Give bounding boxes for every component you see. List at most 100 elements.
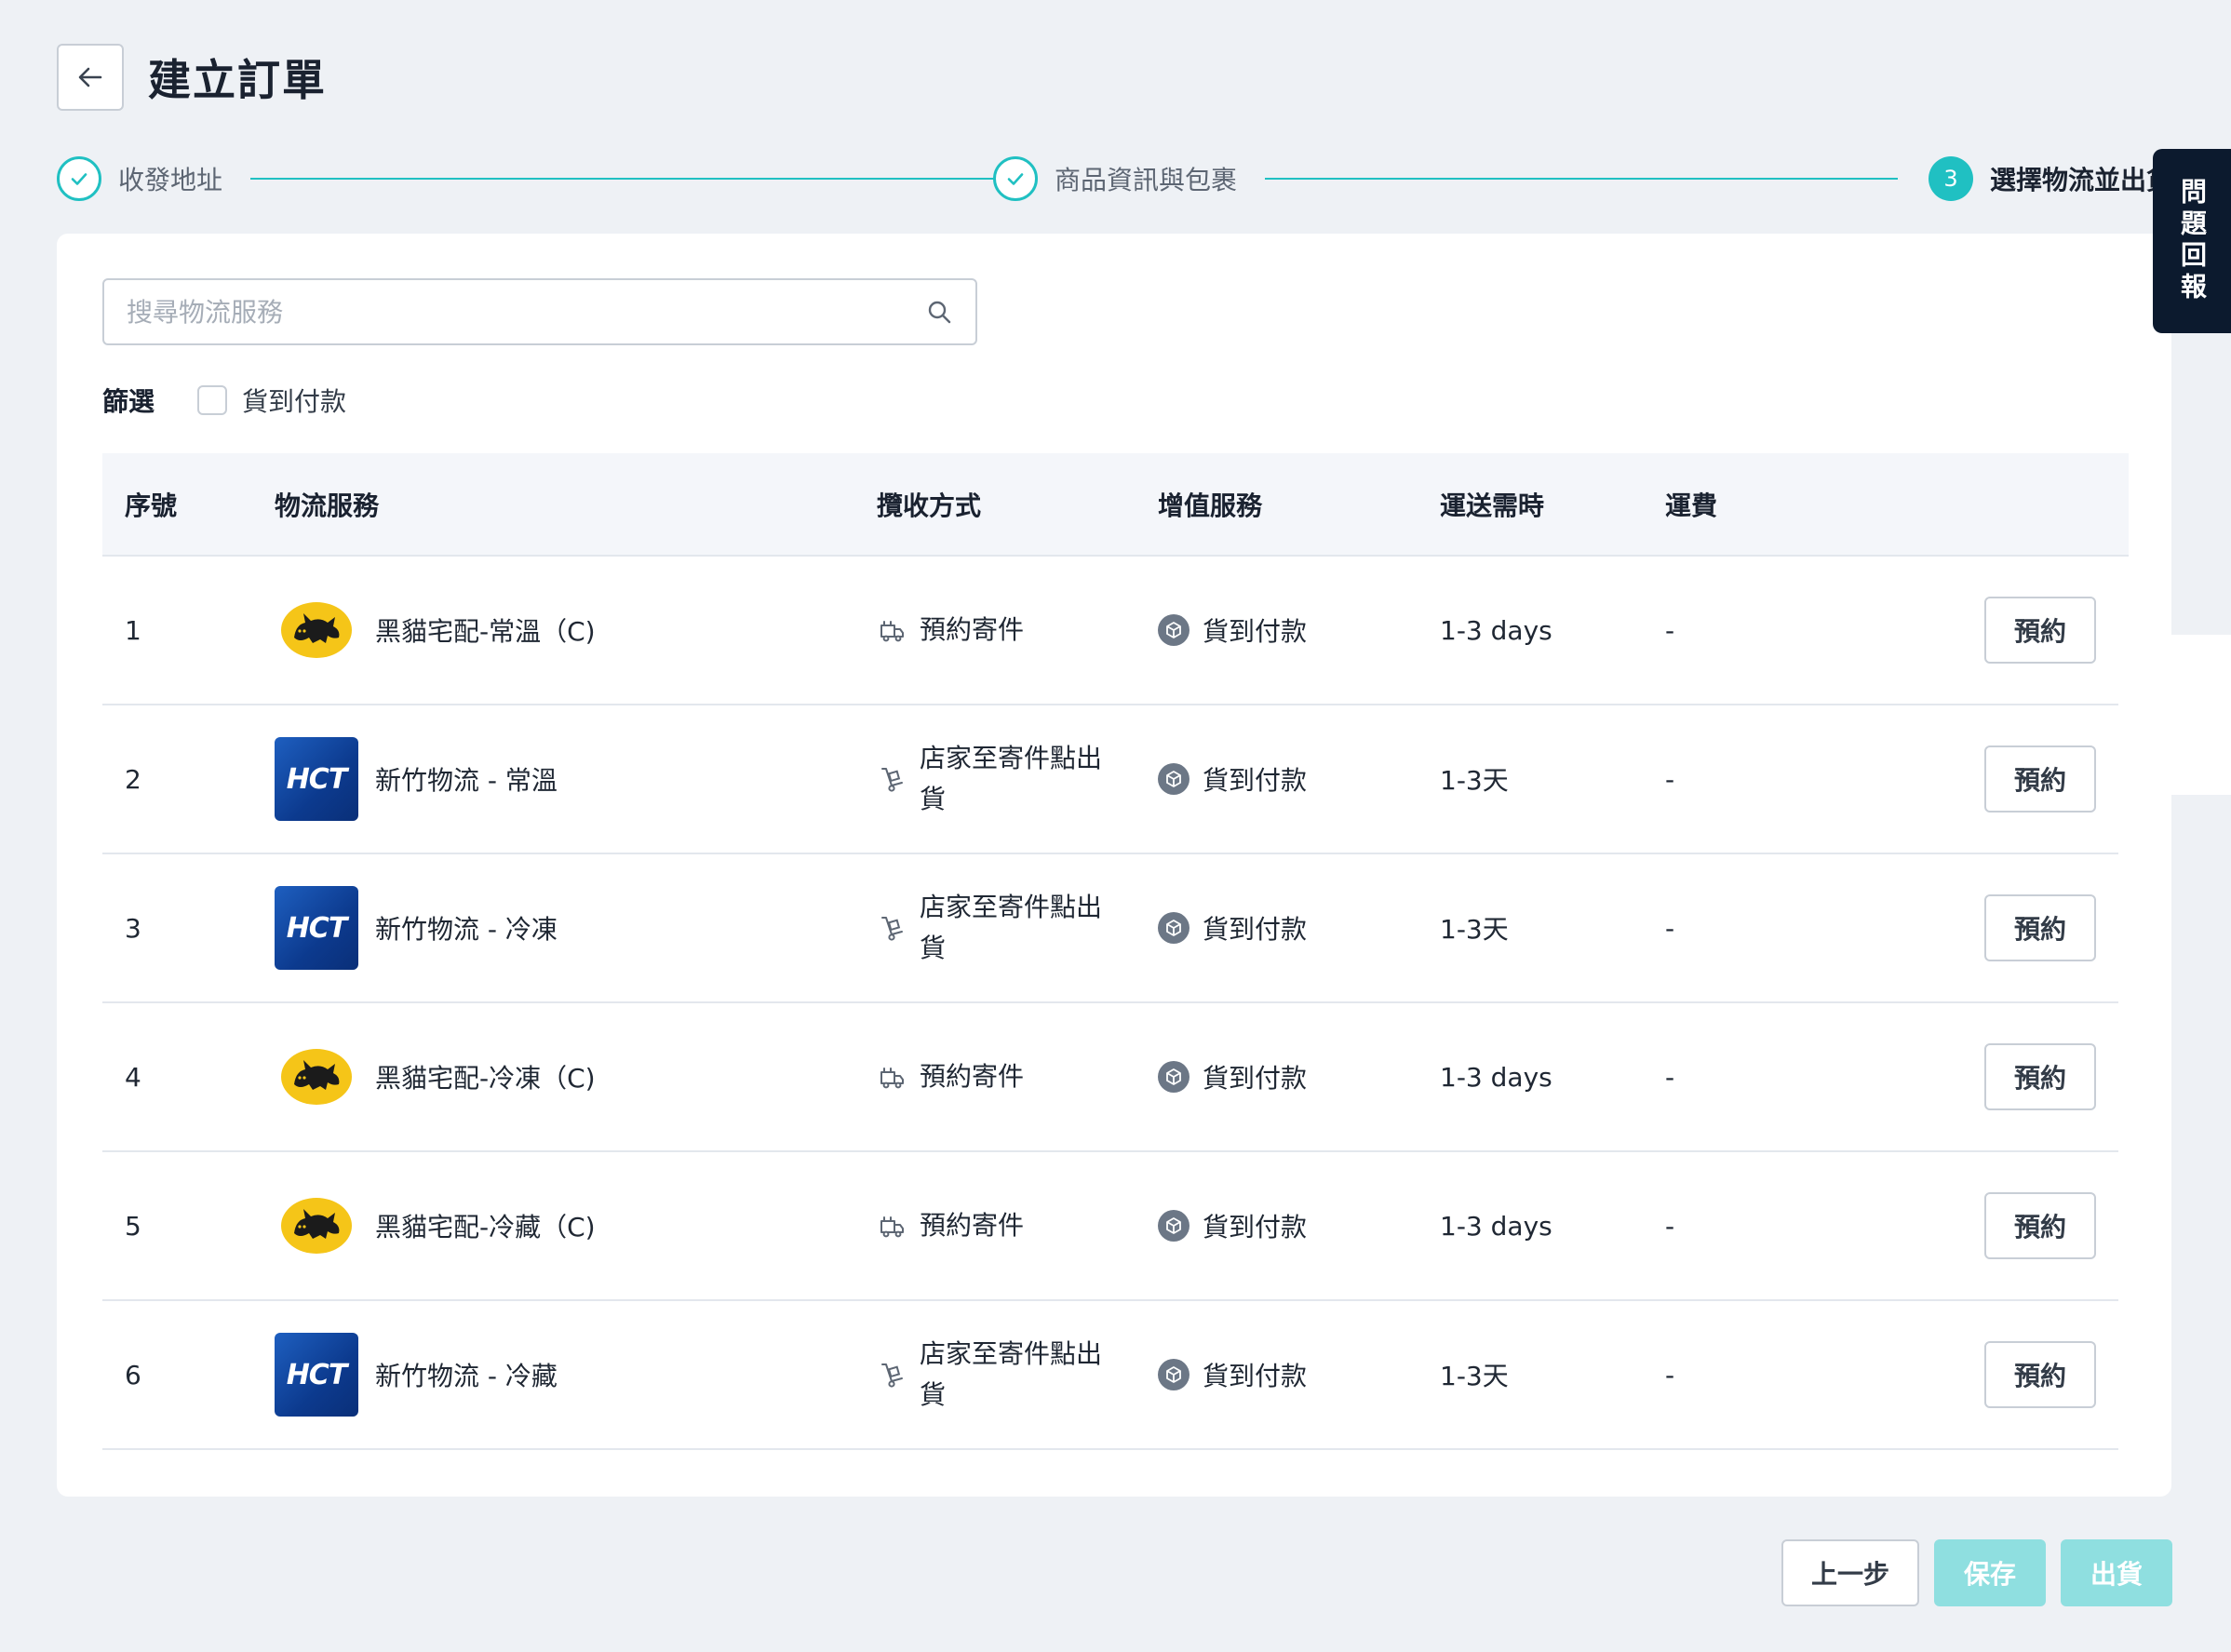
row-number: 5	[125, 1210, 141, 1242]
save-button[interactable]: 保存	[1934, 1539, 2046, 1606]
action-cell: 預約	[1851, 745, 2118, 813]
action-cell: 預約	[1851, 894, 2118, 961]
filter-row: 篩選 貨到付款	[102, 381, 346, 420]
service-name: 黑貓宅配-常溫（C)	[375, 616, 596, 647]
page-title: 建立訂單	[148, 55, 327, 105]
step-products: 商品資訊與包裹	[993, 153, 1237, 205]
header-time: 運送需時	[1440, 490, 1545, 521]
hct-logo: HCT	[275, 737, 358, 821]
row-number: 6	[125, 1359, 141, 1390]
pickup-method: 店家至寄件點出貨	[920, 743, 1103, 814]
cod-box-icon	[1158, 614, 1189, 646]
service-cell: 黑貓宅配-常溫（C)	[275, 588, 877, 672]
book-button[interactable]: 預約	[1984, 1192, 2096, 1259]
header-vas: 增值服務	[1158, 490, 1263, 521]
cod-box-icon	[1158, 1359, 1189, 1390]
step-connector	[250, 178, 1020, 180]
header-no: 序號	[125, 490, 178, 521]
filter-label: 篩選	[102, 386, 155, 417]
cod-box-icon	[1158, 763, 1189, 795]
vas-cell: 貨到付款	[1158, 1207, 1440, 1244]
step-label: 商品資訊與包裹	[1055, 165, 1238, 195]
table-row: 2 HCT 新竹物流 - 常溫 店家至寄件點出貨 貨到付款 1-3天 - 預約	[102, 705, 2118, 854]
table-body: 1 黑貓宅配-常溫（C) 預約寄件 貨到付款 1-3 days - 預約 2 H…	[102, 557, 2129, 1450]
shipping-fee: -	[1665, 1210, 1675, 1242]
pickup-method: 店家至寄件點出貨	[920, 892, 1103, 963]
service-cell: HCT 新竹物流 - 常溫	[275, 737, 877, 821]
yamato-cat-logo	[275, 1035, 358, 1119]
step-connector	[1265, 178, 1898, 180]
row-number: 3	[125, 912, 141, 944]
header-fee: 運費	[1665, 490, 1718, 521]
feedback-label: 問題回報	[2177, 178, 2208, 304]
hct-logo: HCT	[275, 1333, 358, 1417]
check-icon	[993, 156, 1038, 201]
vas-cell: 貨到付款	[1158, 1058, 1440, 1095]
pickup-method: 預約寄件	[920, 1061, 1025, 1092]
hand-truck-icon	[877, 913, 907, 943]
pickup-method: 店家至寄件點出貨	[920, 1338, 1103, 1410]
service-name: 新竹物流 - 冷藏	[375, 1361, 558, 1391]
book-button[interactable]: 預約	[1984, 745, 2096, 813]
table-header: 序號 物流服務 攬收方式 增值服務 運送需時 運費	[102, 453, 2129, 557]
action-cell: 預約	[1851, 597, 2118, 664]
table-row: 6 HCT 新竹物流 - 冷藏 店家至寄件點出貨 貨到付款 1-3天 - 預約	[102, 1301, 2118, 1450]
vas-label: 貨到付款	[1203, 1212, 1308, 1242]
step-logistics: 3 選擇物流並出貨	[1929, 153, 2172, 205]
pickup-cell: 預約寄件	[877, 1056, 1158, 1097]
service-name: 黑貓宅配-冷凍（C)	[375, 1063, 596, 1094]
delivery-time: 1-3 days	[1440, 614, 1552, 646]
yamato-cat-logo	[275, 588, 358, 672]
book-button[interactable]: 預約	[1984, 1341, 2096, 1408]
delivery-time: 1-3 days	[1440, 1210, 1552, 1242]
search-icon[interactable]	[925, 298, 953, 326]
table-row: 4 黑貓宅配-冷凍（C) 預約寄件 貨到付款 1-3 days - 預約	[102, 1003, 2118, 1152]
vas-cell: 貨到付款	[1158, 760, 1440, 798]
service-cell: HCT 新竹物流 - 冷藏	[275, 1333, 877, 1417]
stepper: 收發地址 商品資訊與包裹 3 選擇物流並出貨	[57, 153, 2197, 205]
vas-label: 貨到付款	[1203, 765, 1308, 796]
create-order-page: 建立訂單 收發地址 商品資訊與包裹 3 選擇物流並出貨 搜尋物流服務 篩選 貨到…	[0, 0, 2231, 1652]
shipping-fee: -	[1665, 912, 1675, 944]
service-name: 黑貓宅配-冷藏（C)	[375, 1212, 596, 1242]
cod-filter-label[interactable]: 貨到付款	[242, 382, 346, 419]
pickup-cell: 店家至寄件點出貨	[877, 738, 1158, 820]
step-address: 收發地址	[57, 153, 222, 205]
page-header: 建立訂單	[57, 44, 327, 111]
shipping-fee: -	[1665, 1061, 1675, 1093]
delivery-time: 1-3天	[1440, 1361, 1509, 1391]
feedback-tab[interactable]: 問題回報	[2153, 149, 2231, 333]
calendar-truck-icon	[877, 615, 907, 645]
vas-label: 貨到付款	[1203, 1063, 1308, 1094]
calendar-truck-icon	[877, 1062, 907, 1092]
back-button[interactable]	[57, 44, 124, 111]
pickup-cell: 預約寄件	[877, 1205, 1158, 1246]
row-number: 2	[125, 763, 141, 795]
book-button[interactable]: 預約	[1984, 894, 2096, 961]
book-button[interactable]: 預約	[1984, 1043, 2096, 1110]
footer-actions: 上一步 保存 出貨	[1781, 1539, 2172, 1606]
step-label: 選擇物流並出貨	[1990, 165, 2173, 195]
yamato-cat-logo	[275, 1184, 358, 1268]
logistics-card: 篩選 貨到付款 序號 物流服務 攬收方式 增值服務 運送需時 運費 1 黑貓宅配…	[57, 234, 2171, 1497]
vas-cell: 貨到付款	[1158, 909, 1440, 947]
header-service: 物流服務	[275, 490, 380, 521]
pickup-method: 預約寄件	[920, 1210, 1025, 1241]
service-cell: HCT 新竹物流 - 冷凍	[275, 886, 877, 970]
action-cell: 預約	[1851, 1341, 2118, 1408]
shipping-fee: -	[1665, 1359, 1675, 1390]
step-label: 收發地址	[118, 165, 223, 195]
row-number: 4	[125, 1061, 141, 1093]
ship-button[interactable]: 出貨	[2061, 1539, 2172, 1606]
logistics-table: 序號 物流服務 攬收方式 增值服務 運送需時 運費 1 黑貓宅配-常溫（C) 預…	[102, 453, 2129, 1450]
service-cell: 黑貓宅配-冷藏（C)	[275, 1184, 877, 1268]
cod-filter-checkbox[interactable]	[197, 385, 228, 415]
prev-step-button[interactable]: 上一步	[1781, 1539, 1919, 1606]
book-button[interactable]: 預約	[1984, 597, 2096, 664]
delivery-time: 1-3天	[1440, 914, 1509, 945]
hand-truck-icon	[877, 764, 907, 794]
search-input[interactable]	[127, 296, 925, 328]
delivery-time: 1-3天	[1440, 765, 1509, 796]
action-cell: 預約	[1851, 1192, 2118, 1259]
check-icon	[57, 156, 101, 201]
